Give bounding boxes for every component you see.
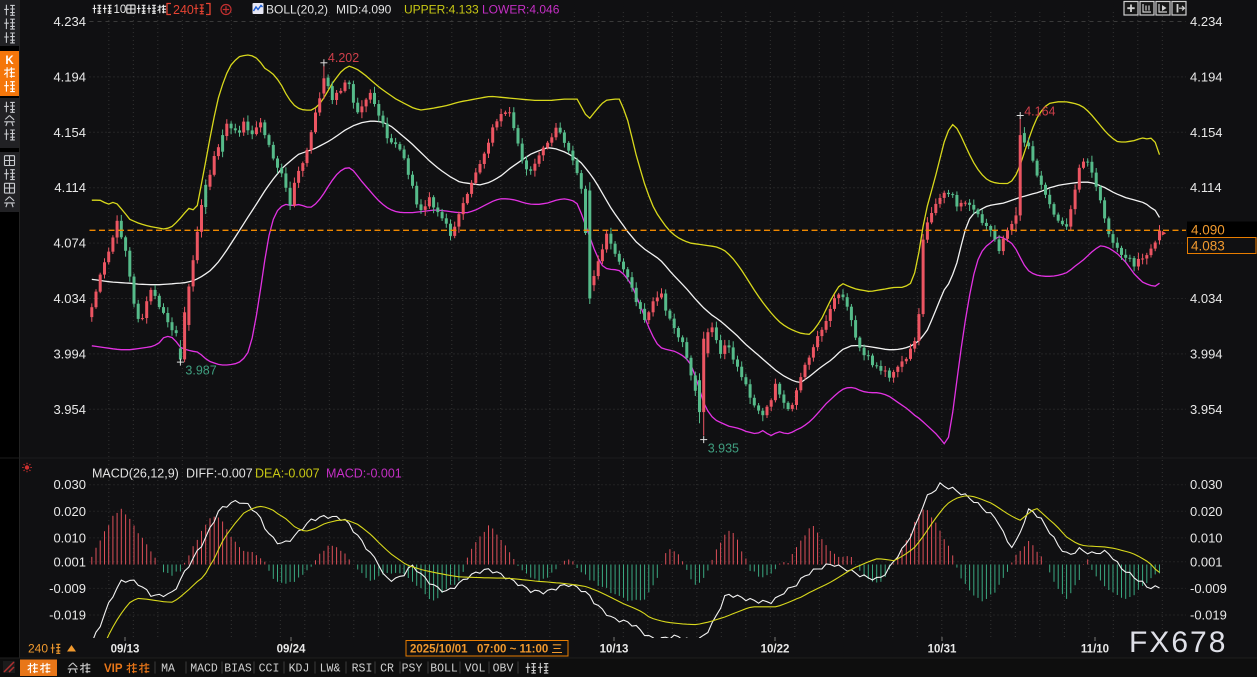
svg-text:0.020: 0.020 [1190, 504, 1223, 519]
svg-text:DIFF:-0.007: DIFF:-0.007 [186, 467, 253, 481]
svg-text:K: K [5, 55, 14, 67]
svg-text:0.010: 0.010 [1190, 530, 1223, 545]
svg-text:PSY: PSY [402, 663, 423, 676]
svg-text:BOLL: BOLL [430, 663, 458, 676]
svg-text:MACD:-0.001: MACD:-0.001 [326, 467, 402, 481]
svg-text:4.194: 4.194 [1190, 69, 1223, 84]
svg-text:BIAS: BIAS [224, 663, 252, 676]
svg-text:0.030: 0.030 [1190, 477, 1223, 492]
svg-text:240: 240 [173, 3, 194, 17]
svg-text:-0.019: -0.019 [1190, 608, 1227, 623]
svg-text:FX678: FX678 [1129, 626, 1227, 659]
svg-text:LOWER:4.046: LOWER:4.046 [482, 3, 560, 17]
svg-text:MACD(26,12,9): MACD(26,12,9) [92, 467, 179, 481]
svg-text:4.234: 4.234 [1190, 14, 1223, 29]
svg-text:3.994: 3.994 [53, 346, 86, 361]
svg-text:10/22: 10/22 [761, 644, 790, 656]
svg-text:2025/10/01: 2025/10/01 [410, 644, 468, 656]
svg-text:4.114: 4.114 [1190, 180, 1222, 195]
svg-text:09/24: 09/24 [277, 644, 306, 656]
svg-text:240: 240 [28, 642, 48, 656]
svg-text:OBV: OBV [493, 663, 514, 676]
svg-text:-0.019: -0.019 [49, 608, 86, 623]
svg-text:0.020: 0.020 [53, 504, 86, 519]
svg-text:10/13: 10/13 [600, 644, 629, 656]
svg-text:09/13: 09/13 [111, 644, 140, 656]
svg-text:VIP: VIP [104, 663, 123, 675]
svg-text:4.034: 4.034 [1190, 291, 1223, 306]
svg-text:4.202: 4.202 [328, 51, 359, 65]
svg-text:0.010: 0.010 [53, 530, 86, 545]
svg-text:4.234: 4.234 [53, 14, 86, 29]
svg-text:4.154: 4.154 [53, 125, 86, 140]
svg-text:07:00 ~ 11:00: 07:00 ~ 11:00 [477, 644, 548, 656]
svg-text:0.001: 0.001 [1190, 554, 1223, 569]
svg-text:4.164: 4.164 [1024, 105, 1055, 119]
svg-text:4.083: 4.083 [1191, 239, 1225, 254]
svg-text:3.954: 3.954 [53, 402, 86, 417]
svg-text:4.154: 4.154 [1190, 125, 1223, 140]
svg-text:4.194: 4.194 [53, 69, 86, 84]
svg-text:UPPER:4.133: UPPER:4.133 [404, 3, 479, 17]
svg-text:3.987: 3.987 [185, 364, 216, 378]
svg-text:RSI: RSI [352, 663, 373, 676]
svg-text:DEA:-0.007: DEA:-0.007 [255, 467, 320, 481]
svg-text:VOL: VOL [465, 663, 486, 676]
svg-text:3.935: 3.935 [708, 442, 739, 456]
svg-text:CCI: CCI [259, 663, 280, 676]
svg-text:MID:4.090: MID:4.090 [336, 3, 392, 17]
svg-text:10/31: 10/31 [928, 644, 957, 656]
svg-text:4.090: 4.090 [1191, 223, 1225, 238]
svg-text:-0.009: -0.009 [1190, 581, 1227, 596]
svg-text:3.954: 3.954 [1190, 402, 1223, 417]
svg-text:4.034: 4.034 [53, 291, 86, 306]
svg-text:MACD: MACD [190, 663, 218, 676]
svg-text:CR: CR [380, 663, 394, 676]
svg-text:-0.009: -0.009 [49, 581, 86, 596]
svg-text:MA: MA [161, 663, 175, 676]
svg-text:0.030: 0.030 [53, 477, 86, 492]
svg-text:0.001: 0.001 [53, 554, 86, 569]
svg-text:LW&: LW& [320, 663, 341, 676]
svg-text:4.074: 4.074 [53, 236, 86, 251]
svg-text:KDJ: KDJ [289, 663, 310, 676]
svg-text:4.114: 4.114 [54, 180, 86, 195]
svg-text:3.994: 3.994 [1190, 346, 1223, 361]
svg-text:BOLL(20,2): BOLL(20,2) [266, 3, 328, 17]
svg-text:11/10: 11/10 [1081, 644, 1109, 656]
svg-text:10: 10 [114, 4, 127, 16]
